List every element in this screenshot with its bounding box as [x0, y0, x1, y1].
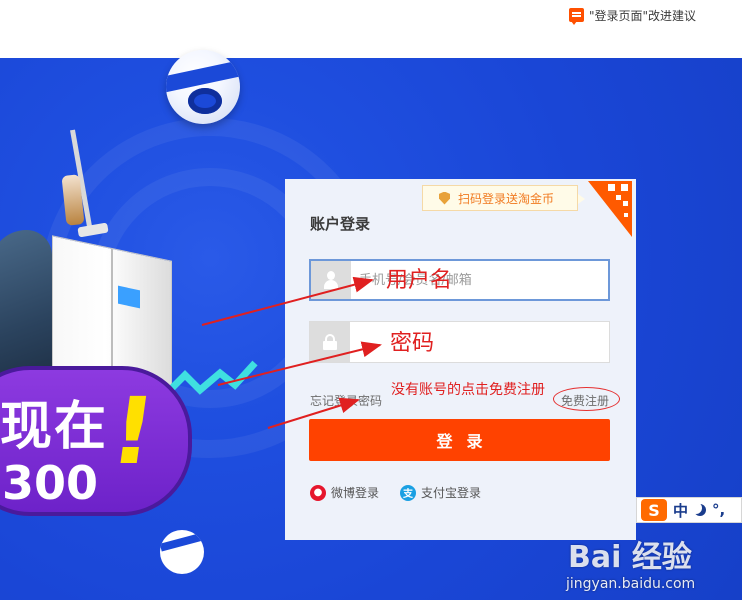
moon-icon[interactable]	[694, 504, 706, 516]
annotation-password: 密码	[390, 331, 435, 356]
feedback-link[interactable]: "登录页面"改进建议	[569, 6, 697, 25]
lock-icon	[323, 334, 337, 350]
page-root: "登录页面"改进建议 现在 300 ! 账户登录 扫码登录送淘金币 手机号/会员…	[0, 0, 742, 600]
top-bar: "登录页面"改进建议	[0, 0, 742, 58]
watermark-url: jingyan.baidu.com	[566, 576, 696, 592]
ime-toolbar[interactable]: S 中 °,	[636, 497, 742, 523]
alipay-login-label: 支付宝登录	[421, 486, 482, 500]
username-field[interactable]	[309, 259, 610, 301]
comment-icon	[569, 8, 584, 25]
user-icon	[323, 271, 339, 289]
login-title: 账户登录	[310, 215, 371, 233]
watermark-logo: Bai 经验	[568, 540, 692, 575]
annotation-username: 用户名	[386, 268, 453, 293]
taobao-ball-graphic	[166, 50, 240, 124]
promo-headline: 现在	[0, 397, 109, 457]
ime-punctuation[interactable]: °,	[712, 501, 725, 519]
lock-icon-box	[310, 322, 350, 362]
taobao-ball-small-graphic	[160, 530, 204, 574]
weibo-icon: ●	[310, 484, 326, 501]
sogou-logo-icon: S	[641, 499, 667, 521]
weibo-login-link[interactable]: ● 微博登录	[310, 484, 379, 501]
forgot-password-link[interactable]: 忘记登录密码	[310, 392, 382, 409]
ime-mode[interactable]: 中	[673, 500, 688, 521]
login-button[interactable]: 登录	[309, 419, 610, 461]
alipay-icon: 支	[400, 484, 416, 501]
shield-icon	[439, 191, 450, 205]
login-card: 账户登录 扫码登录送淘金币 忘记登录密码 免费注册	[285, 179, 636, 540]
register-highlight-circle	[553, 387, 620, 411]
weibo-login-label: 微博登录	[331, 486, 380, 500]
promo-amount: 300	[2, 456, 99, 510]
annotation-register-hint: 没有账号的点击免费注册	[391, 382, 545, 398]
alipay-login-link[interactable]: 支 支付宝登录	[400, 484, 481, 501]
user-icon-box	[311, 261, 351, 299]
feedback-label: "登录页面"改进建议	[589, 8, 697, 23]
baidu-watermark: Bai 经验 jingyan.baidu.com	[566, 532, 742, 600]
password-field[interactable]	[309, 321, 610, 363]
qr-tip-label: 扫码登录送淘金币	[458, 191, 555, 206]
qr-code-toggle-icon[interactable]	[588, 181, 632, 237]
qr-login-tip[interactable]: 扫码登录送淘金币	[422, 185, 585, 211]
